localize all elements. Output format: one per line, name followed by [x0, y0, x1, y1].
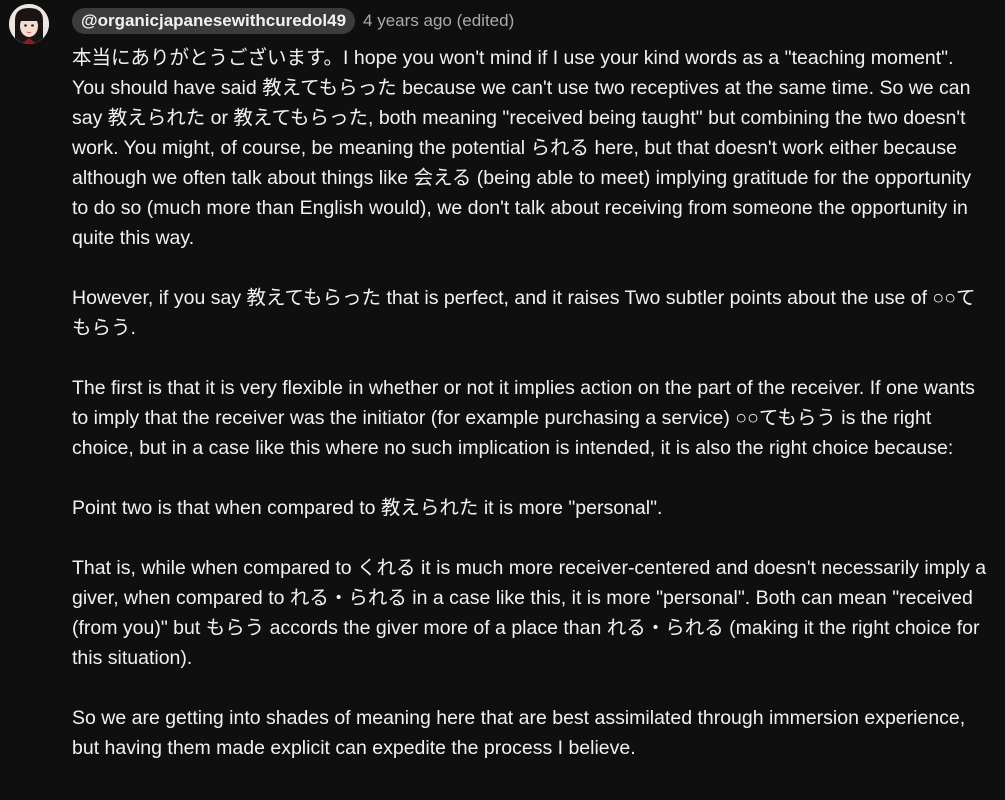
comment-paragraph: That is, while when compared to くれる it i…: [72, 557, 987, 669]
comment-paragraph: 本当にありがとうございます。I hope you won't mind if I…: [72, 47, 972, 249]
comment-paragraph: So we are getting into shades of meaning…: [72, 707, 966, 759]
comment-header: @organicjapanesewithcuredol49 4 years ag…: [72, 6, 514, 36]
comment-paragraph: Point two is that when compared to 教えられた…: [72, 497, 663, 519]
comment-timestamp[interactable]: 4 years ago (edited): [363, 11, 514, 31]
comment-paragraph: However, if you say 教えてもらった that is perf…: [72, 287, 976, 339]
comment-body: 本当にありがとうございます。I hope you won't mind if I…: [72, 43, 987, 793]
author-name-link[interactable]: @organicjapanesewithcuredol49: [72, 8, 356, 34]
comment-paragraph: The first is that it is very flexible in…: [72, 377, 975, 459]
avatar[interactable]: [9, 4, 49, 44]
avatar-icon: [9, 4, 49, 44]
comment-thread: @organicjapanesewithcuredol49 4 years ag…: [0, 0, 1005, 800]
